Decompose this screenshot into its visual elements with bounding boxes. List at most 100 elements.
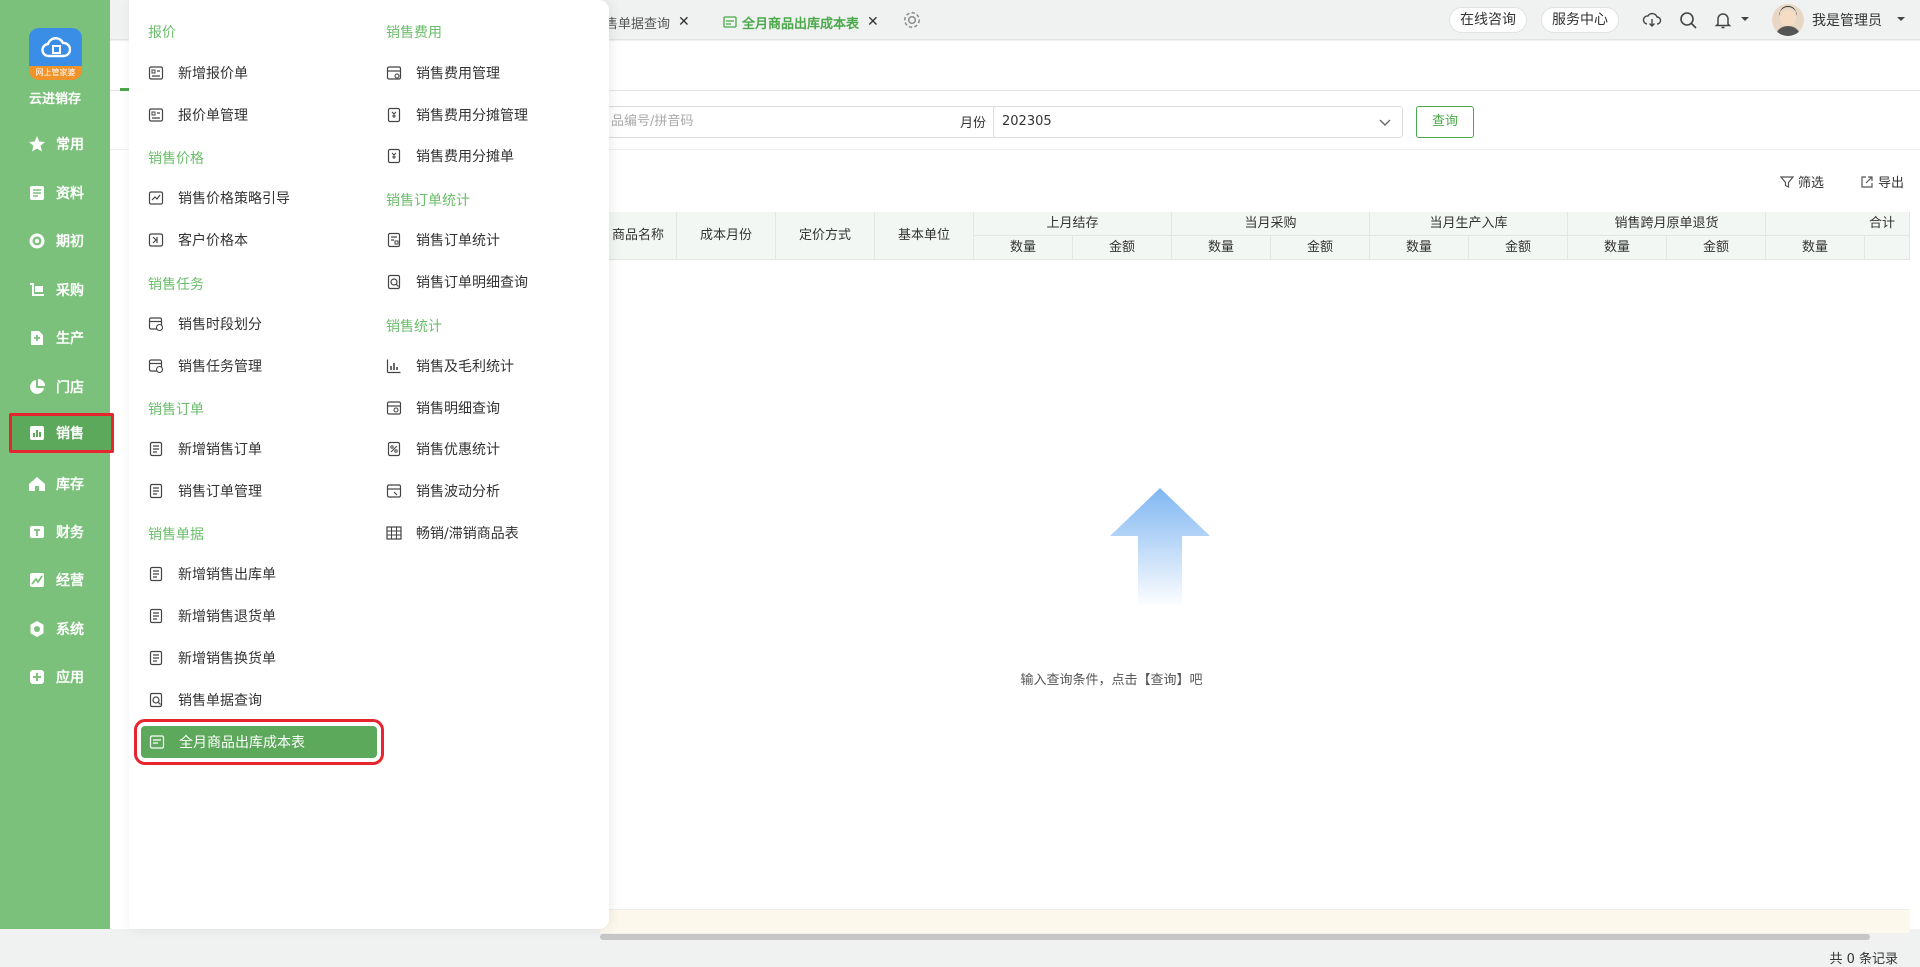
sidebar-item-purchase[interactable]: 采购: [0, 272, 110, 308]
sub-quantity[interactable]: 数量: [1370, 236, 1469, 260]
calendar-clock-icon: [148, 358, 164, 374]
sidebar-item-store[interactable]: 门店: [0, 369, 110, 405]
menu-item-period-division[interactable]: 销售时段划分: [148, 308, 262, 340]
search-input[interactable]: 品编号/拼音码: [600, 106, 1010, 138]
sidebar-item-sales[interactable]: 销售: [9, 413, 114, 453]
menu-item-price-strategy-guide[interactable]: 销售价格策略引导: [148, 182, 290, 214]
export-button[interactable]: 导出: [1860, 172, 1904, 191]
avatar[interactable]: [1772, 4, 1804, 36]
scrollbar-thumb[interactable]: [600, 934, 1870, 940]
report-icon: [723, 16, 737, 28]
export-icon: [1861, 175, 1873, 188]
service-center-button[interactable]: 服务中心: [1541, 7, 1619, 33]
finance-icon: [28, 523, 46, 541]
menu-item-label: 新增销售出库单: [178, 567, 276, 583]
menu-item-bestseller-table[interactable]: 畅销/滞销商品表: [386, 517, 519, 549]
factory-icon: [28, 329, 46, 347]
sidebar-item-opening[interactable]: 期初: [0, 223, 110, 259]
sidebar-item-production[interactable]: 生产: [0, 320, 110, 356]
col-pricing-method[interactable]: 定价方式: [776, 212, 875, 260]
menu-item-customer-price-book[interactable]: 客户价格本: [148, 224, 248, 256]
list-doc-icon: [148, 441, 164, 457]
menu-item-order-stats[interactable]: 销售订单统计: [386, 224, 500, 256]
menu-item-label: 销售时段划分: [178, 317, 262, 333]
menu-item-label: 新增销售退货单: [178, 609, 276, 625]
sidebar-item-data[interactable]: 资料: [0, 175, 110, 211]
menu-item-expense-allocation-management[interactable]: 销售费用分摊管理: [386, 99, 528, 131]
caret-down-icon[interactable]: [1896, 14, 1906, 24]
menu-item-expense-allocation-doc[interactable]: 销售费用分摊单: [386, 140, 514, 172]
menu-item-label: 新增报价单: [178, 66, 248, 82]
menu-item-label: 客户价格本: [178, 233, 248, 249]
menu-item-task-management[interactable]: 销售任务管理: [148, 350, 262, 382]
calendar-clock-icon: [148, 316, 164, 332]
col-base-unit[interactable]: 基本单位: [875, 212, 974, 260]
sub-amount[interactable]: 金额: [1073, 236, 1172, 260]
sub-amount[interactable]: 金额: [1469, 236, 1568, 260]
filter-button[interactable]: 筛选: [1780, 172, 1824, 191]
horizontal-scrollbar[interactable]: [600, 933, 1910, 941]
col-cost-month[interactable]: 成本月份: [677, 212, 776, 260]
export-label: 导出: [1878, 176, 1905, 191]
menu-item-sales-detail-query[interactable]: 销售明细查询: [386, 392, 500, 424]
month-select[interactable]: 202305: [993, 106, 1403, 138]
expense-doc-icon: [386, 148, 402, 164]
sub-amount[interactable]: 金额: [1271, 236, 1370, 260]
user-name[interactable]: 我是管理员: [1812, 10, 1882, 30]
document-icon: [148, 107, 164, 123]
menu-item-quote-management[interactable]: 报价单管理: [148, 99, 248, 131]
sub-amount[interactable]: 金额: [1667, 236, 1766, 260]
month-value: 202305: [1002, 114, 1052, 129]
menu-category-sales-task: 销售任务: [148, 277, 204, 293]
menu-item-sales-doc-query[interactable]: 销售单据查询: [148, 684, 262, 716]
menu-item-new-sales-exchange[interactable]: 新增销售换货单: [148, 642, 276, 674]
sub-quantity[interactable]: 数量: [1568, 236, 1667, 260]
sub-quantity[interactable]: 数量: [1172, 236, 1271, 260]
menu-item-new-sales-return[interactable]: 新增销售退货单: [148, 600, 276, 632]
query-button[interactable]: 查询: [1416, 106, 1474, 138]
cloud-download-icon[interactable]: [1642, 10, 1662, 30]
close-icon[interactable]: ✕: [678, 14, 690, 30]
online-consult-button[interactable]: 在线咨询: [1449, 7, 1527, 33]
sidebar-item-inventory[interactable]: 库存: [0, 466, 110, 502]
sub-quantity[interactable]: 数量: [974, 236, 1073, 260]
sidebar-item-operations[interactable]: 经营: [0, 562, 110, 598]
menu-item-fluctuation-analysis[interactable]: 销售波动分析: [386, 475, 500, 507]
chevron-down-icon: [1379, 119, 1391, 126]
sidebar-item-system[interactable]: 系统: [0, 611, 110, 647]
menu-item-sales-order-management[interactable]: 销售订单管理: [148, 475, 262, 507]
sales-menu-popup: 报价 新增报价单 报价单管理 销售价格 销售价格策略引导 客户价格本 销售任务 …: [129, 0, 609, 929]
filter-icon: [1780, 175, 1794, 188]
menu-item-expense-management[interactable]: 销售费用管理: [386, 57, 500, 89]
sidebar-item-apps[interactable]: 应用: [0, 659, 110, 695]
search-doc-icon: [386, 400, 402, 416]
tab-monthly-cost-report[interactable]: 全月商品出库成本表 ✕: [723, 8, 879, 36]
menu-item-sales-profit-stats[interactable]: 销售及毛利统计: [386, 350, 514, 382]
sidebar-item-label: 库存: [56, 477, 84, 493]
table-summary-row: [600, 909, 1910, 933]
menu-item-label: 销售任务管理: [178, 359, 262, 375]
menu-item-new-quote[interactable]: 新增报价单: [148, 57, 248, 89]
analysis-icon: [386, 483, 402, 499]
sub-quantity[interactable]: 数量: [1766, 236, 1865, 260]
menu-item-new-sales-outbound[interactable]: 新增销售出库单: [148, 558, 276, 590]
close-icon[interactable]: ✕: [867, 14, 879, 30]
menu-item-new-sales-order[interactable]: 新增销售订单: [148, 433, 262, 465]
search-icon[interactable]: [1678, 10, 1698, 30]
document-icon: [28, 184, 46, 202]
bell-icon[interactable]: [1713, 10, 1733, 30]
app-logo[interactable]: 网上管家婆: [29, 28, 82, 80]
sidebar-item-common[interactable]: 常用: [0, 126, 110, 162]
tab-sales-doc-query[interactable]: 售单据查询 ✕: [605, 8, 690, 36]
settings-icon[interactable]: [902, 10, 922, 30]
sidebar-item-label: 期初: [56, 234, 84, 250]
menu-item-monthly-cost-report[interactable]: 全月商品出库成本表: [134, 719, 384, 765]
caret-down-icon[interactable]: [1740, 14, 1750, 24]
menu-item-discount-stats[interactable]: 销售优惠统计: [386, 433, 500, 465]
logo-badge: 网上管家婆: [29, 66, 82, 80]
menu-item-order-detail-query[interactable]: 销售订单明细查询: [386, 266, 528, 298]
menu-item-label: 销售订单管理: [178, 484, 262, 500]
menu-item-label: 销售波动分析: [416, 484, 500, 500]
col-product-name[interactable]: 商品名称: [600, 212, 677, 260]
sidebar-item-finance[interactable]: 财务: [0, 514, 110, 550]
